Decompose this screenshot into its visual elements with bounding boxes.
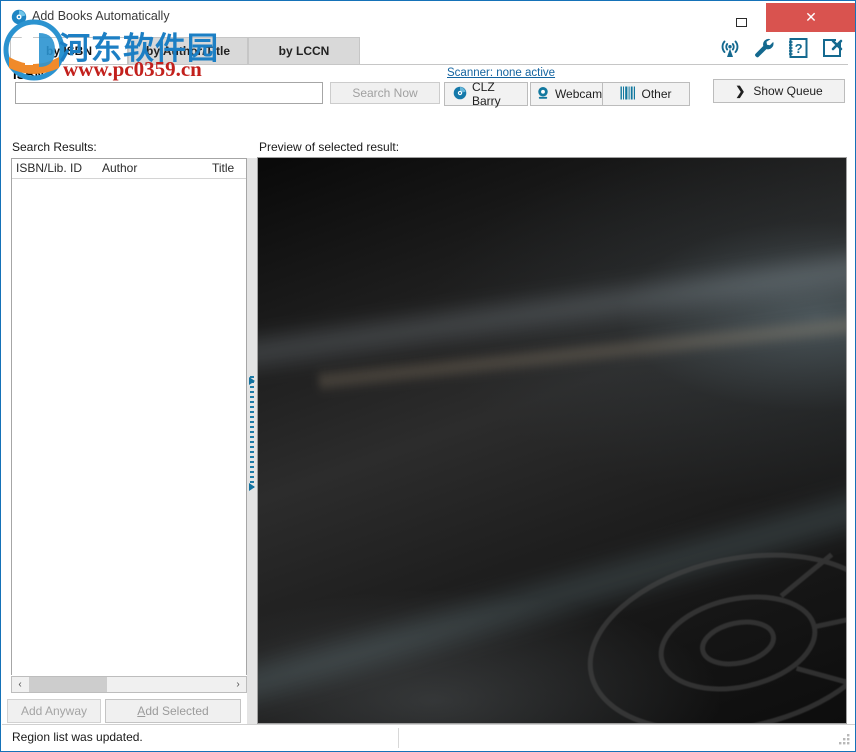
search-results-label: Search Results: xyxy=(12,140,97,154)
resize-grip-icon[interactable] xyxy=(838,733,851,746)
tab-strip: by ISBN by Author/Title by LCCN xyxy=(10,37,360,65)
column-header-isbn[interactable]: ISBN/Lib. ID xyxy=(16,161,82,175)
results-rows-container xyxy=(12,179,246,675)
splitter-arrow-bottom-icon[interactable] xyxy=(249,483,255,491)
clz-disc-icon xyxy=(453,86,467,103)
svg-text:?: ? xyxy=(795,41,803,56)
results-column-header: ISBN/Lib. ID Author Title xyxy=(12,159,246,179)
show-queue-label: Show Queue xyxy=(753,84,823,98)
toolbar-icon-group: ? xyxy=(717,35,845,61)
tab-by-lccn[interactable]: by LCCN xyxy=(248,37,360,65)
status-bar: Region list was updated. xyxy=(2,724,855,750)
maximize-button[interactable] xyxy=(718,3,764,32)
title-bar: Add Books Automatically ✕ xyxy=(2,2,855,32)
scanner-status-link[interactable]: Scanner: none active xyxy=(447,67,555,79)
isbn-field-label: ISBN xyxy=(13,67,45,82)
tab-underline-divider xyxy=(10,64,848,65)
scrollbar-thumb[interactable] xyxy=(29,677,107,692)
add-anyway-button[interactable]: Add Anyway xyxy=(7,699,101,723)
minimize-button[interactable] xyxy=(672,3,718,32)
tab-by-isbn[interactable]: by ISBN xyxy=(10,37,128,65)
preview-image-panel xyxy=(257,157,847,724)
scroll-right-arrow-icon[interactable]: › xyxy=(230,677,246,692)
maximize-icon xyxy=(735,18,747,27)
status-message: Region list was updated. xyxy=(12,730,143,744)
splitter-grip[interactable] xyxy=(250,376,254,488)
clz-barry-label: CLZ Barry xyxy=(472,80,501,108)
barcode-icon xyxy=(620,86,636,103)
help-book-icon[interactable]: ? xyxy=(785,35,811,61)
clz-barry-button[interactable]: CLZ Barry xyxy=(444,80,528,108)
close-box-icon[interactable] xyxy=(819,35,845,61)
other-scanner-button[interactable]: Other xyxy=(602,82,690,106)
wireless-scanner-icon[interactable] xyxy=(717,35,743,61)
other-label: Other xyxy=(641,87,672,101)
webcam-icon xyxy=(536,86,550,103)
tab-by-author-title[interactable]: by Author/Title xyxy=(128,37,248,65)
close-button[interactable]: ✕ xyxy=(766,3,855,32)
show-queue-button[interactable]: ❯ Show Queue xyxy=(713,79,845,103)
status-bar-separator xyxy=(398,728,399,748)
add-selected-label: dd Selected xyxy=(145,704,209,718)
preview-label: Preview of selected result: xyxy=(259,140,400,154)
preview-wheel-logo-icon xyxy=(587,552,846,723)
window-title: Add Books Automatically xyxy=(32,9,170,23)
webcam-button[interactable]: Webcam xyxy=(530,82,608,106)
results-horizontal-scrollbar[interactable]: ‹ › xyxy=(11,676,247,693)
isbn-search-input[interactable] xyxy=(15,82,323,104)
scroll-left-arrow-icon[interactable]: ‹ xyxy=(12,677,28,692)
column-header-title[interactable]: Title xyxy=(212,161,234,175)
search-now-button[interactable]: Search Now xyxy=(330,82,440,104)
splitter-arrow-top-icon[interactable] xyxy=(249,377,255,385)
add-books-window: Add Books Automatically ✕ ? by ISBN by A… xyxy=(0,0,856,752)
search-results-list[interactable]: ISBN/Lib. ID Author Title xyxy=(11,158,247,675)
webcam-label: Webcam xyxy=(554,87,603,101)
chevron-right-icon: ❯ xyxy=(735,84,746,98)
close-icon: ✕ xyxy=(805,9,817,25)
column-header-author[interactable]: Author xyxy=(102,161,137,175)
add-selected-button[interactable]: Add Selected xyxy=(105,699,241,723)
wrench-settings-icon[interactable] xyxy=(751,35,777,61)
clz-disc-icon xyxy=(11,9,27,25)
panel-splitter[interactable] xyxy=(247,158,257,724)
